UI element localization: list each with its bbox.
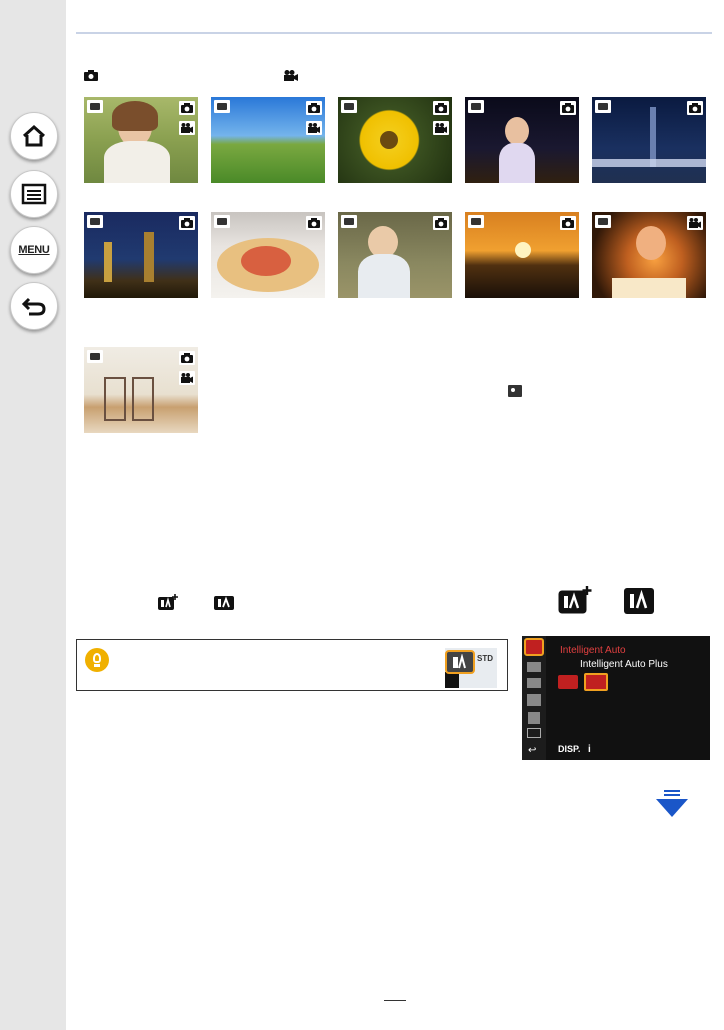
camera-icon — [179, 216, 195, 230]
back-arrow-icon — [21, 297, 46, 316]
list-icon — [21, 183, 47, 205]
camera-icon — [433, 216, 449, 230]
tip-box: STD — [76, 639, 508, 691]
mode-dial-preview: STD — [445, 648, 497, 688]
menu-icon: MENU — [18, 244, 50, 256]
camera-menu-screen: ↩ Intelligent Auto Intelligent Auto Plus… — [522, 636, 710, 760]
movie-icon — [433, 121, 449, 135]
camera-icon — [84, 70, 98, 81]
camera-icon — [306, 101, 322, 115]
scene-icon — [508, 385, 522, 397]
custom-tab-icon[interactable] — [527, 694, 541, 706]
camera-icon — [433, 101, 449, 115]
scene-icon — [87, 215, 103, 228]
camera-icon — [179, 351, 195, 365]
page-number-rule — [384, 1000, 406, 1001]
tab-ia[interactable] — [524, 638, 544, 656]
camera-icon — [560, 216, 576, 230]
movie-icon — [284, 70, 298, 81]
setup-wrench-icon[interactable] — [528, 712, 540, 724]
home-icon — [22, 124, 46, 147]
camera-icon — [306, 216, 322, 230]
camera-icon — [560, 101, 576, 115]
menu-button[interactable]: MENU — [10, 226, 58, 274]
scene-icon — [595, 215, 611, 228]
ia-large-icon — [624, 588, 654, 614]
home-button[interactable] — [10, 112, 58, 160]
ia-icon — [214, 596, 234, 610]
scene-icon — [341, 100, 357, 113]
disp-label: DISP. — [558, 744, 581, 754]
scene-icon — [468, 215, 484, 228]
scene-icon — [214, 215, 230, 228]
next-page-arrow-icon[interactable] — [654, 790, 690, 818]
movie-icon — [306, 121, 322, 135]
ia-plus-large-icon — [558, 586, 592, 614]
scene-icon — [214, 100, 230, 113]
lightbulb-icon — [85, 648, 109, 672]
movie-icon — [179, 121, 195, 135]
info-icon: i — [588, 744, 591, 755]
camera-tab-icon[interactable] — [527, 662, 541, 672]
playback-tab-icon[interactable] — [527, 728, 541, 738]
ia-plus-icon — [158, 594, 178, 610]
ia-plus-icon — [453, 654, 466, 669]
movie-icon — [687, 216, 703, 230]
ia-option[interactable] — [558, 675, 578, 689]
scene-icon — [341, 215, 357, 228]
header-rule — [76, 32, 712, 34]
camera-icon — [179, 101, 195, 115]
scene-icon — [468, 100, 484, 113]
movie-tab-icon[interactable] — [527, 678, 541, 688]
scene-icon — [87, 350, 103, 363]
menu-title: Intelligent Auto — [560, 645, 626, 656]
menu-option-label: Intelligent Auto Plus — [580, 659, 668, 670]
scene-icon — [595, 100, 611, 113]
sidebar: MENU — [0, 0, 66, 1030]
camera-icon — [687, 101, 703, 115]
back-button[interactable] — [10, 282, 58, 330]
movie-icon — [179, 371, 195, 385]
back-arrow-icon[interactable]: ↩ — [528, 745, 536, 756]
scene-icon — [87, 100, 103, 113]
contents-button[interactable] — [10, 170, 58, 218]
ia-plus-option[interactable] — [584, 673, 608, 691]
